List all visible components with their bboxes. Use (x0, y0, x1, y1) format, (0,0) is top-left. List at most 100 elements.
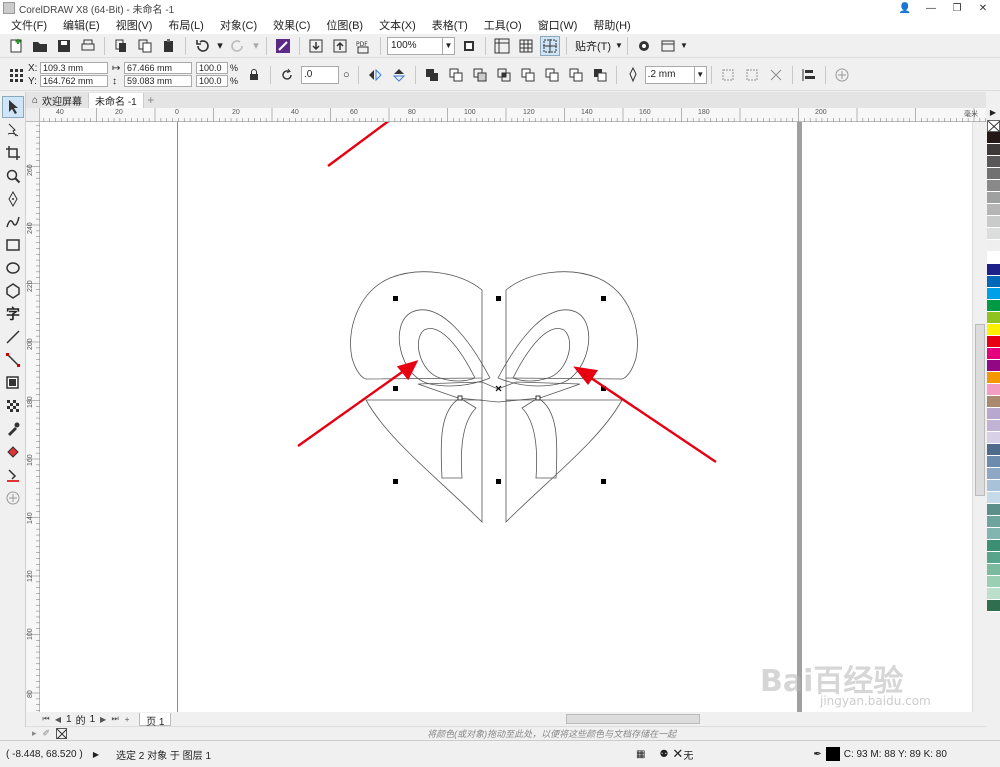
chevron-down-icon[interactable]: ▼ (693, 66, 706, 83)
no-color-icon[interactable] (56, 728, 68, 739)
smart-fill-icon[interactable] (2, 464, 24, 486)
scrollbar-thumb[interactable] (975, 324, 985, 496)
restore-button[interactable]: ❐ (944, 0, 970, 16)
mirror-vertical-icon[interactable] (389, 65, 409, 85)
show-guidelines-icon[interactable] (540, 35, 560, 56)
chevron-down-icon[interactable]: ▼ (680, 41, 688, 50)
color-swatch[interactable] (987, 504, 1000, 516)
rectangle-tool-icon[interactable] (2, 234, 24, 256)
color-swatch[interactable] (987, 456, 1000, 468)
shape-tool-icon[interactable] (2, 119, 24, 141)
outline-width-select[interactable]: .2 mm ▼ (644, 65, 707, 84)
text-tool-icon[interactable]: 字 (2, 303, 24, 325)
color-swatch[interactable] (987, 540, 1000, 552)
color-swatch[interactable] (987, 360, 1000, 372)
artwork[interactable] (40, 122, 986, 712)
horizontal-ruler[interactable]: 40 20 0 20 40 60 80 100 120 140 160 180 … (38, 108, 986, 122)
prev-page-icon[interactable]: ◀ (52, 713, 64, 725)
color-swatch[interactable] (987, 528, 1000, 540)
scrollbar-thumb[interactable] (566, 714, 700, 724)
open-folder-icon[interactable] (30, 36, 50, 56)
chevron-down-icon[interactable]: ▼ (615, 41, 623, 50)
zoom-tool-icon[interactable] (2, 165, 24, 187)
scale-width-input[interactable]: 100.0 (196, 62, 228, 74)
menu-table[interactable]: 表格(T) (424, 17, 476, 33)
document-palette[interactable]: ▸ ✐ 将颜色(或对象)拖动至此处，以便将这些颜色与文档存储在一起 (26, 726, 986, 740)
palette-scroll-up-icon[interactable]: ▶ (986, 108, 1000, 120)
drop-shadow-icon[interactable] (2, 372, 24, 394)
create-boundary-icon[interactable] (590, 65, 610, 85)
break-apart-icon[interactable] (766, 65, 786, 85)
color-swatch[interactable] (987, 384, 1000, 396)
color-swatch[interactable] (987, 288, 1000, 300)
cut-icon[interactable] (111, 36, 131, 56)
y-position-input[interactable]: 164.762 mm (40, 75, 108, 87)
menu-effects[interactable]: 效果(C) (265, 17, 318, 33)
crop-tool-icon[interactable] (2, 142, 24, 164)
color-swatch[interactable] (987, 204, 1000, 216)
palette-arrow-icon[interactable]: ▸ (32, 728, 37, 739)
color-swatch[interactable] (987, 444, 1000, 456)
play-icon[interactable]: ▶ (86, 750, 106, 759)
color-swatch[interactable] (987, 300, 1000, 312)
scale-height-input[interactable]: 100.0 (196, 75, 228, 87)
color-swatch[interactable] (987, 564, 1000, 576)
color-swatch[interactable] (987, 432, 1000, 444)
vertical-ruler[interactable]: 260 240 220 200 180 160 140 120 100 80 (26, 108, 40, 712)
color-swatch[interactable] (987, 216, 1000, 228)
color-swatch[interactable] (987, 156, 1000, 168)
artistic-media-icon[interactable] (2, 211, 24, 233)
color-swatch[interactable] (987, 228, 1000, 240)
trim-icon[interactable] (470, 65, 490, 85)
next-page-icon[interactable]: ▶ (97, 713, 109, 725)
snap-to-dropdown[interactable]: 贴齐(T) (575, 38, 611, 54)
fill-bucket-icon[interactable]: ⚉ (659, 749, 668, 760)
color-swatch[interactable] (987, 372, 1000, 384)
minimize-button[interactable]: — (918, 0, 944, 16)
menu-help[interactable]: 帮助(H) (585, 17, 638, 33)
undo-dropdown-icon[interactable]: ▾ (216, 36, 224, 56)
connector-tool-icon[interactable] (2, 349, 24, 371)
combine-icon[interactable] (422, 65, 442, 85)
save-icon[interactable] (54, 36, 74, 56)
mirror-horizontal-icon[interactable] (365, 65, 385, 85)
color-swatch[interactable] (987, 276, 1000, 288)
color-swatch[interactable] (987, 348, 1000, 360)
color-swatch[interactable] (987, 576, 1000, 588)
lock-ratio-icon[interactable] (244, 65, 264, 85)
rotation-angle-input[interactable]: .0 (301, 65, 340, 84)
color-swatch[interactable] (987, 492, 1000, 504)
color-swatch[interactable] (987, 324, 1000, 336)
intersect-icon[interactable] (494, 65, 514, 85)
application-launcher-icon[interactable] (658, 36, 678, 56)
color-swatch[interactable] (987, 180, 1000, 192)
publish-pdf-icon[interactable]: PDF (354, 36, 374, 56)
add-tool-icon[interactable] (2, 487, 24, 509)
zoom-level-select[interactable]: 100% ▼ (387, 36, 455, 55)
interactive-fill-icon[interactable] (2, 441, 24, 463)
color-swatch[interactable] (987, 516, 1000, 528)
color-swatch[interactable] (987, 264, 1000, 276)
color-swatch[interactable] (987, 396, 1000, 408)
width-input[interactable]: 67.466 mm (124, 62, 192, 74)
menu-file[interactable]: 文件(F) (3, 17, 55, 33)
add-tab-icon[interactable]: + (144, 93, 158, 107)
color-swatch[interactable] (987, 552, 1000, 564)
menu-window[interactable]: 窗口(W) (530, 17, 586, 33)
options-gear-icon[interactable] (634, 36, 654, 56)
show-grid-icon[interactable] (516, 36, 536, 56)
color-swatch[interactable] (987, 468, 1000, 480)
align-distribute-icon[interactable] (799, 65, 819, 85)
menu-layout[interactable]: 布局(L) (160, 17, 211, 33)
color-swatch[interactable] (987, 312, 1000, 324)
redo-dropdown-icon[interactable]: ▾ (252, 36, 260, 56)
drawing-canvas[interactable] (40, 122, 986, 712)
export-icon[interactable] (330, 36, 350, 56)
chevron-down-icon[interactable]: ▼ (442, 37, 454, 54)
no-color-swatch[interactable] (987, 120, 1000, 132)
polygon-tool-icon[interactable] (2, 280, 24, 302)
combine-dim-icon[interactable] (742, 65, 762, 85)
menu-text[interactable]: 文本(X) (371, 17, 424, 33)
object-origin-icon[interactable] (6, 65, 26, 85)
last-page-icon[interactable]: ⏭ (109, 713, 121, 725)
